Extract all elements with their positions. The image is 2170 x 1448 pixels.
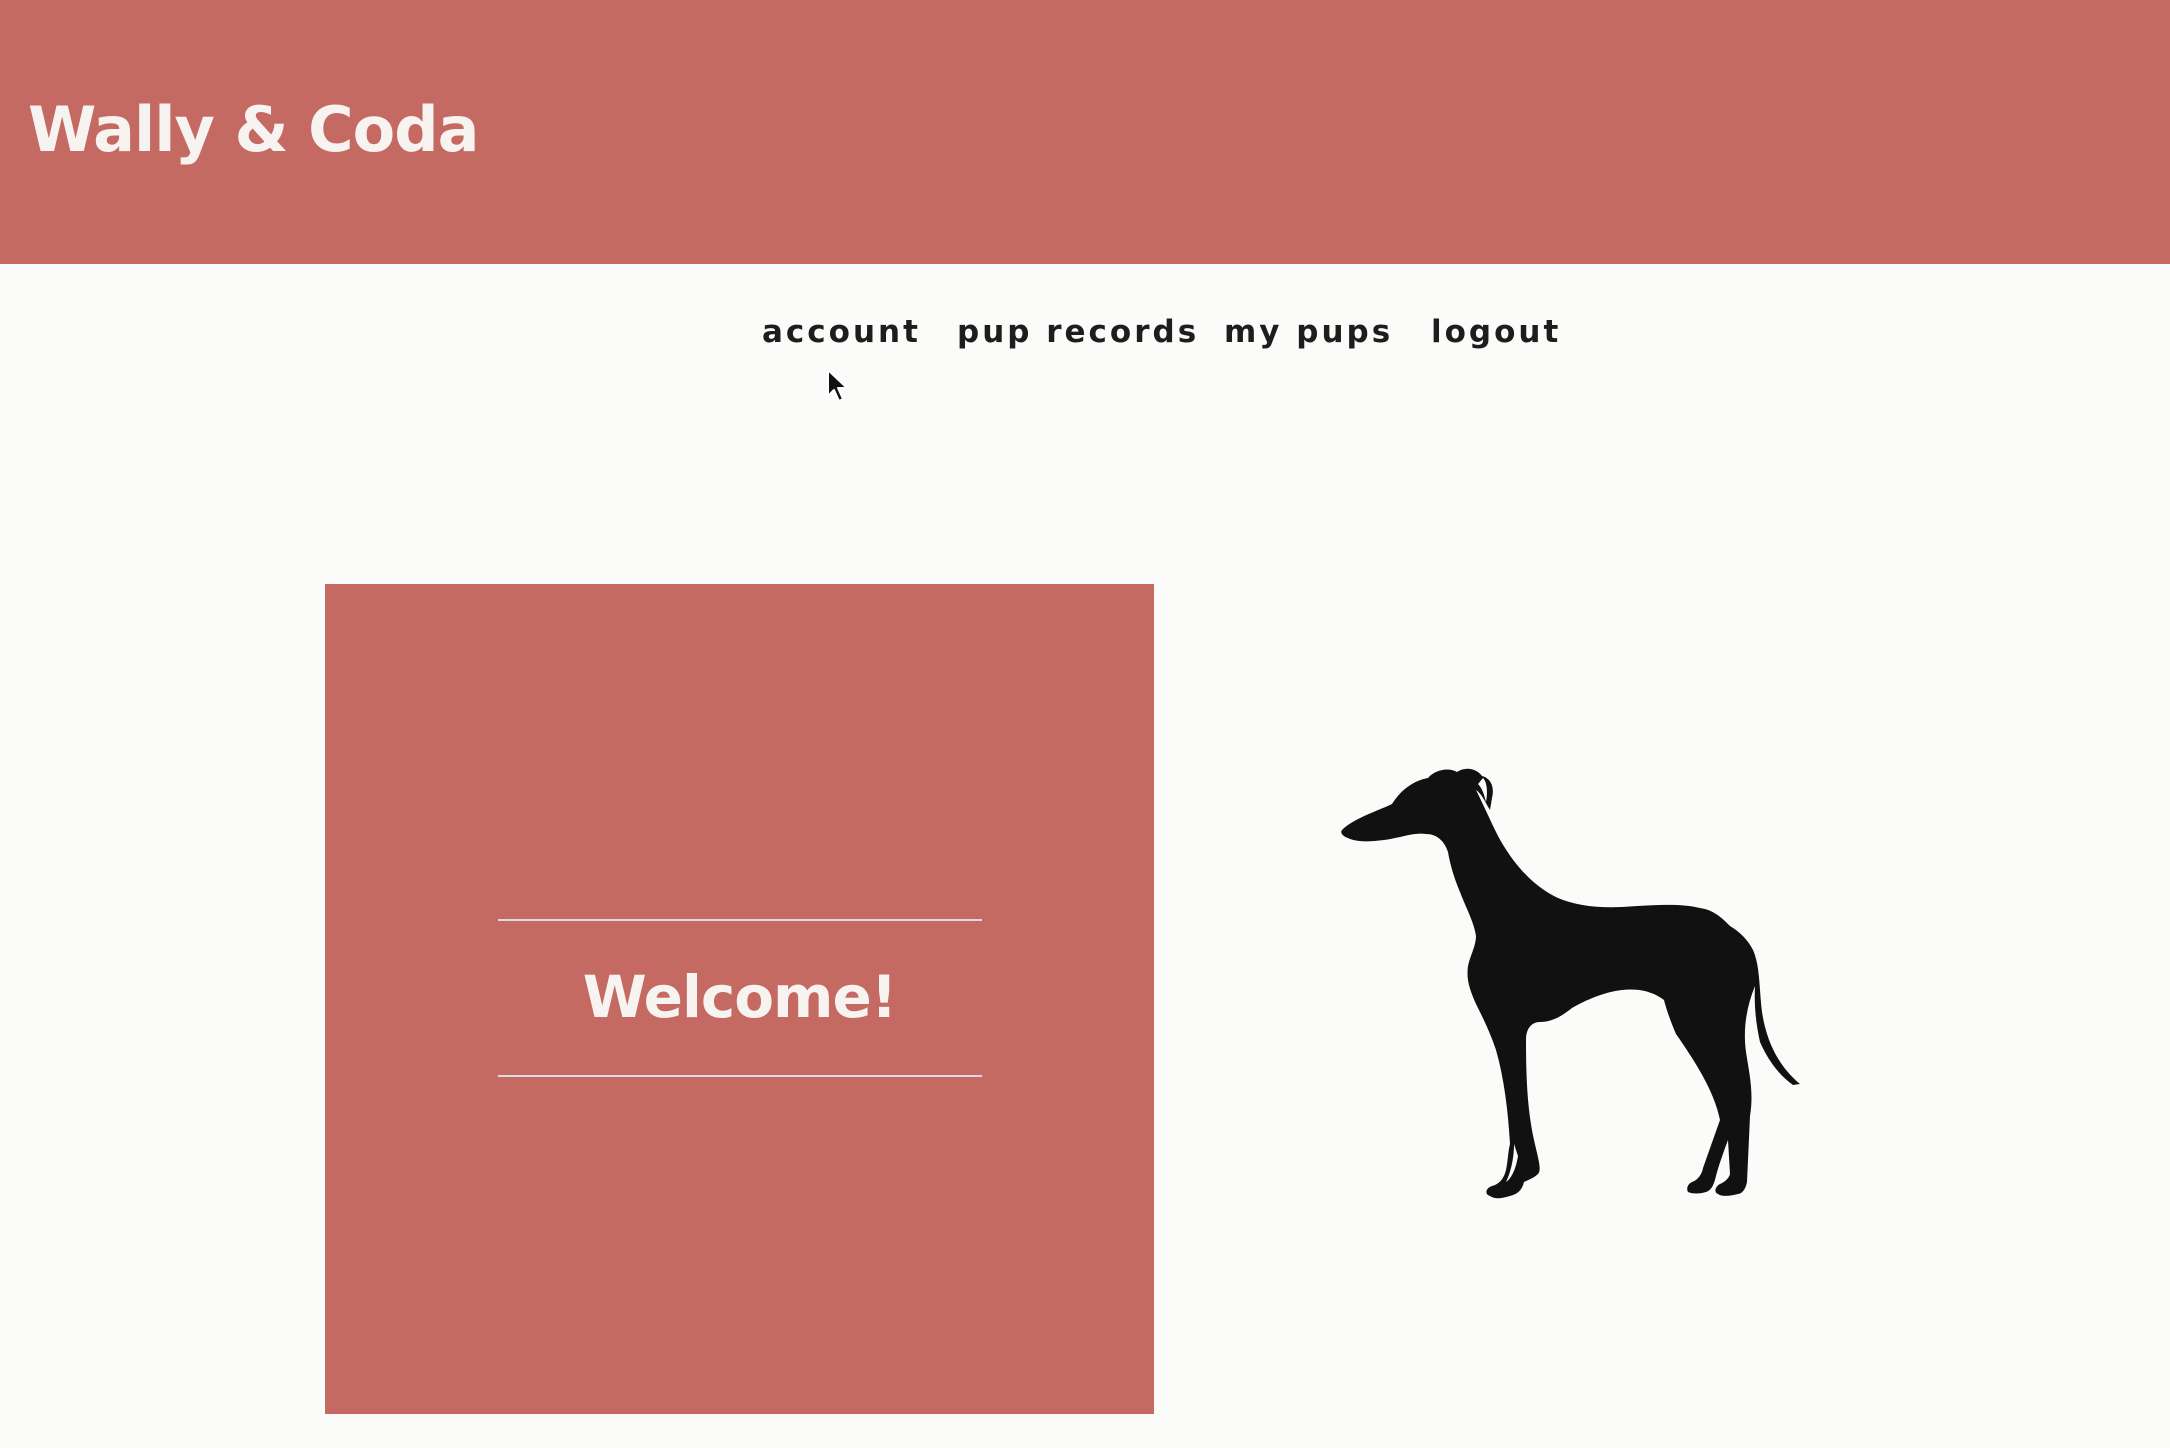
nav-link-pup-records[interactable]: pup records	[957, 306, 1199, 358]
welcome-top-rule	[498, 919, 982, 921]
site-title[interactable]: Wally & Coda	[28, 88, 479, 172]
nav-link-account[interactable]: account	[762, 306, 921, 358]
greyhound-silhouette-icon	[1341, 768, 1800, 1199]
nav-link-my-pups[interactable]: my pups	[1224, 306, 1393, 358]
welcome-bottom-rule	[498, 1075, 982, 1077]
site-header: Wally & Coda	[0, 0, 2170, 264]
main-nav: account pup records my pups logout	[0, 306, 2170, 358]
welcome-card: Welcome!	[325, 584, 1154, 1414]
nav-link-logout[interactable]: logout	[1431, 306, 1561, 358]
welcome-heading: Welcome!	[582, 963, 898, 1031]
arrow-cursor-icon	[827, 369, 848, 402]
